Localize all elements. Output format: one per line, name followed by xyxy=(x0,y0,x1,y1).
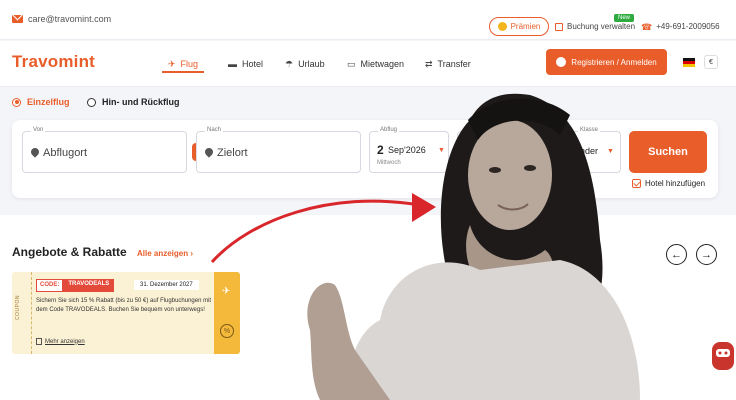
tab-transfer[interactable]: ⇄ Transfer xyxy=(425,56,471,72)
coin-icon xyxy=(497,22,507,31)
manage-booking-label: Buchung verwalten xyxy=(567,22,636,31)
mail-icon xyxy=(12,15,23,23)
one-way-label: Einzelflug xyxy=(27,97,70,107)
transfer-icon: ⇄ xyxy=(425,58,433,69)
coupon-code: TRAVODEALS xyxy=(63,279,115,292)
logo-text: Travomint xyxy=(12,52,96,71)
coupon-expiry-date: 31. Dezember 2027 xyxy=(134,280,199,290)
support-email[interactable]: care@travomint.com xyxy=(12,14,111,24)
from-input[interactable]: Abflugort xyxy=(43,147,87,159)
tab-urlaub-label: Urlaub xyxy=(298,59,325,69)
class-label: Klasse xyxy=(578,127,601,133)
percent-icon: % xyxy=(220,324,234,338)
checkbox-checked-icon[interactable] xyxy=(632,179,641,188)
date-day: 2 xyxy=(377,143,384,157)
currency-selector[interactable]: € xyxy=(704,55,718,69)
register-login-button[interactable]: Registrieren / Anmelden xyxy=(546,49,667,75)
tab-transfer-label: Transfer xyxy=(437,59,471,69)
bed-icon: ▬ xyxy=(228,59,237,69)
tab-flug-label: Flug xyxy=(180,59,199,69)
offers-title: Angebote & Rabatte xyxy=(12,245,127,259)
location-pin-icon xyxy=(29,146,41,158)
arrow-right-icon: → xyxy=(701,248,712,261)
coupon-card[interactable]: COUPON CODE: TRAVODEALS 31. Dezember 202… xyxy=(12,272,240,354)
suitcase-icon xyxy=(555,22,563,31)
flight-search-form: Von Abflugort ⇄ Nach Zielort Abflug 2 Se… xyxy=(12,120,718,198)
class-field[interactable]: Klasse nder ▼ xyxy=(457,127,621,173)
phone-icon: ☎ xyxy=(641,21,653,32)
coupon-description: Sichern Sie sich 15 % Rabatt (bis zu 50 … xyxy=(36,298,212,313)
add-hotel-label: Hotel hinzufügen xyxy=(645,179,706,188)
chevron-down-icon: ▼ xyxy=(607,148,614,155)
coupon-side-strip: COUPON xyxy=(12,272,32,354)
tab-hotel-label: Hotel xyxy=(242,59,264,69)
from-field[interactable]: Von Abflugort xyxy=(22,127,187,173)
logo[interactable]: Travomint xyxy=(12,52,95,72)
manage-booking-link[interactable]: Buchung verwalten xyxy=(555,22,635,31)
location-pin-icon xyxy=(203,146,215,158)
tab-hotel[interactable]: ▬ Hotel xyxy=(228,56,263,72)
coupon-side-label: COUPON xyxy=(15,295,21,320)
coupon-stub: ✈ % xyxy=(214,272,240,354)
document-icon xyxy=(36,338,42,345)
car-icon: ▭ xyxy=(347,58,356,69)
new-badge: New xyxy=(614,14,635,22)
add-hotel-checkbox[interactable]: Hotel hinzufügen xyxy=(632,179,705,188)
to-field[interactable]: Nach Zielort xyxy=(196,127,361,173)
support-email-text: care@travomint.com xyxy=(28,14,112,24)
show-more-label: Mehr anzeigen xyxy=(45,338,85,345)
top-bar: care@travomint.com Prämien New Buchung v… xyxy=(0,0,736,40)
umbrella-icon: ☂ xyxy=(285,58,294,69)
departure-label: Abflug xyxy=(378,127,400,133)
next-offer-button[interactable]: → xyxy=(696,244,717,265)
tab-mietwagen-label: Mietwagen xyxy=(360,59,405,69)
plane-icon: ✈ xyxy=(222,286,231,297)
see-all-label: Alle anzeigen xyxy=(137,249,189,258)
from-label: Von xyxy=(31,127,46,133)
tab-mietwagen[interactable]: ▭ Mietwagen xyxy=(347,56,404,72)
class-value: nder xyxy=(580,146,599,156)
to-input[interactable]: Zielort xyxy=(217,147,248,159)
tab-urlaub[interactable]: ☂ Urlaub xyxy=(285,56,325,72)
round-trip-label: Hin- und Rückflug xyxy=(102,97,180,107)
praemien-button[interactable]: Prämien xyxy=(489,17,549,36)
main-nav: Travomint ✈ Flug ▬ Hotel ☂ Urlaub ▭ Miet… xyxy=(0,41,736,87)
trip-type-round-trip[interactable]: Hin- und Rückflug xyxy=(87,97,180,107)
departure-date-field[interactable]: Abflug 2 Sep'2026 Mittwoch ▼ xyxy=(369,127,449,173)
coupon-code-tag[interactable]: CODE: TRAVODEALS xyxy=(36,279,115,292)
phone-number-text: +49-691-2009056 xyxy=(656,22,720,31)
date-month-year: Sep'2026 xyxy=(388,145,426,155)
plane-icon: ✈ xyxy=(168,58,176,69)
chevron-right-icon: › xyxy=(190,249,194,258)
code-prefix: CODE: xyxy=(36,279,64,292)
arrow-left-icon: ← xyxy=(671,248,682,261)
user-icon xyxy=(556,57,567,67)
search-button[interactable]: Suchen xyxy=(629,131,707,173)
trip-type-one-way[interactable]: Einzelflug xyxy=(12,97,70,107)
phone-number[interactable]: ☎ +49-691-2009056 xyxy=(641,22,720,31)
german-flag-icon[interactable] xyxy=(683,58,695,67)
active-tab-indicator xyxy=(162,71,204,73)
register-login-label: Registrieren / Anmelden xyxy=(571,57,657,67)
one-way-radio[interactable] xyxy=(12,97,21,107)
to-label: Nach xyxy=(205,127,224,133)
chevron-down-icon: ▼ xyxy=(438,147,445,154)
prev-offer-button[interactable]: ← xyxy=(666,244,687,265)
see-all-link[interactable]: Alle anzeigen › xyxy=(137,249,193,258)
praemien-label: Prämien xyxy=(510,22,541,31)
date-weekday: Mittwoch xyxy=(377,160,401,166)
show-more-link[interactable]: Mehr anzeigen xyxy=(36,338,85,345)
tab-flug[interactable]: ✈ Flug xyxy=(168,56,198,72)
round-trip-radio[interactable] xyxy=(87,97,96,107)
